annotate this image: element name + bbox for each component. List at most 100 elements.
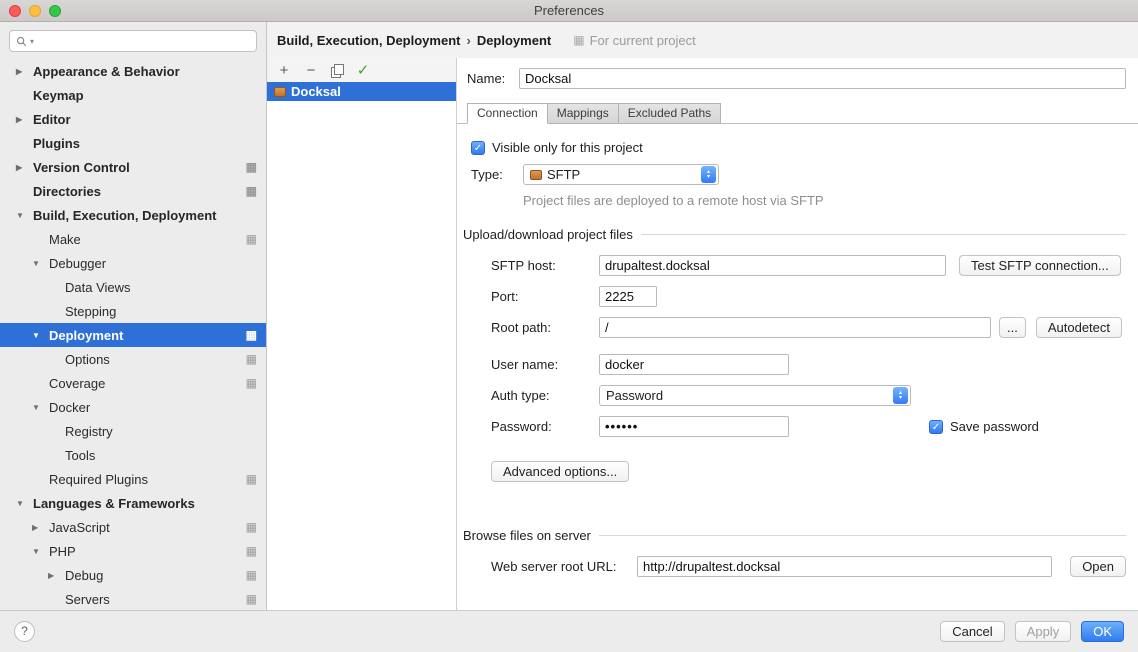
sidebar-item-php[interactable]: ▼PHP▦ xyxy=(0,539,266,563)
deployment-server-icon xyxy=(274,87,286,97)
apply-button[interactable]: Apply xyxy=(1015,621,1072,642)
remove-icon[interactable]: − xyxy=(304,63,318,78)
sidebar-item-make[interactable]: Make▦ xyxy=(0,227,266,251)
expand-arrow-icon[interactable]: ▶ xyxy=(32,523,49,532)
web-root-input[interactable] xyxy=(637,556,1052,577)
sidebar-item-label: PHP xyxy=(49,544,242,559)
expand-arrow-icon[interactable]: ▶ xyxy=(16,67,33,76)
help-button[interactable]: ? xyxy=(14,621,35,642)
collapse-arrow-icon[interactable]: ▼ xyxy=(16,211,33,220)
visible-project-row: ✓ Visible only for this project xyxy=(471,140,1126,155)
collapse-arrow-icon[interactable]: ▼ xyxy=(32,547,49,556)
sidebar-item-label: Docker xyxy=(49,400,257,415)
type-row: Type: SFTP ▴▾ xyxy=(471,164,1126,185)
sidebar-item-tools[interactable]: Tools xyxy=(0,443,266,467)
for-current-project-icon: ▦ xyxy=(246,569,257,581)
search-history-chevron-icon[interactable]: ▾ xyxy=(30,37,34,46)
settings-search[interactable]: ▾ xyxy=(9,30,257,52)
tab-mappings[interactable]: Mappings xyxy=(547,103,619,124)
port-row: Port: xyxy=(491,286,1126,307)
copy-icon[interactable] xyxy=(331,64,343,77)
deployment-form: Name: ConnectionMappingsExcluded Paths ✓… xyxy=(457,58,1138,610)
sidebar-item-coverage[interactable]: Coverage▦ xyxy=(0,371,266,395)
user-name-input[interactable] xyxy=(599,354,789,375)
sidebar-item-registry[interactable]: Registry xyxy=(0,419,266,443)
for-current-project-icon: ▦ xyxy=(246,353,257,365)
titlebar[interactable]: Preferences xyxy=(0,0,1138,22)
sidebar-item-label: Stepping xyxy=(65,304,257,319)
name-input[interactable] xyxy=(519,68,1126,89)
sidebar-item-label: Languages & Frameworks xyxy=(33,496,257,511)
tab-connection[interactable]: Connection xyxy=(467,103,548,124)
visible-project-label: Visible only for this project xyxy=(492,140,643,155)
tab-excluded-paths[interactable]: Excluded Paths xyxy=(618,103,721,124)
collapse-arrow-icon[interactable]: ▼ xyxy=(16,499,33,508)
sidebar-item-build-execution-deployment[interactable]: ▼Build, Execution, Deployment xyxy=(0,203,266,227)
sidebar-item-javascript[interactable]: ▶JavaScript▦ xyxy=(0,515,266,539)
type-select-value: SFTP xyxy=(547,167,696,182)
web-root-row: Web server root URL: Open xyxy=(491,556,1126,577)
port-input[interactable] xyxy=(599,286,657,307)
open-button[interactable]: Open xyxy=(1070,556,1126,577)
sidebar-item-data-views[interactable]: Data Views xyxy=(0,275,266,299)
sidebar-item-label: Build, Execution, Deployment xyxy=(33,208,257,223)
expand-arrow-icon[interactable]: ▶ xyxy=(16,115,33,124)
auth-type-select[interactable]: Password ▴▾ xyxy=(599,385,911,406)
collapse-arrow-icon[interactable]: ▼ xyxy=(32,331,49,340)
sidebar-item-label: Make xyxy=(49,232,242,247)
sidebar-item-label: Directories xyxy=(33,184,242,199)
sidebar-item-keymap[interactable]: Keymap xyxy=(0,83,266,107)
sidebar-item-stepping[interactable]: Stepping xyxy=(0,299,266,323)
root-path-input[interactable] xyxy=(599,317,991,338)
user-name-row: User name: xyxy=(491,354,1126,375)
sidebar-item-plugins[interactable]: Plugins xyxy=(0,131,266,155)
for-current-project-icon: ▦ xyxy=(246,329,257,341)
dialog-footer: ? Cancel Apply OK xyxy=(0,610,1138,652)
save-password-checkbox[interactable]: ✓ xyxy=(929,420,943,434)
sidebar-item-appearance-behavior[interactable]: ▶Appearance & Behavior xyxy=(0,59,266,83)
test-connection-button[interactable]: Test SFTP connection... xyxy=(959,255,1121,276)
server-list-panel: +− ✓ Docksal xyxy=(267,58,457,610)
advanced-options-button[interactable]: Advanced options... xyxy=(491,461,629,482)
type-select[interactable]: SFTP ▴▾ xyxy=(523,164,719,185)
collapse-arrow-icon[interactable]: ▼ xyxy=(32,259,49,268)
save-password-label: Save password xyxy=(950,419,1039,434)
sidebar-item-servers[interactable]: Servers▦ xyxy=(0,587,266,610)
sidebar-item-label: Plugins xyxy=(33,136,257,151)
sftp-type-icon xyxy=(530,170,542,180)
autodetect-button[interactable]: Autodetect xyxy=(1036,317,1122,338)
sidebar-item-required-plugins[interactable]: Required Plugins▦ xyxy=(0,467,266,491)
add-icon[interactable]: + xyxy=(277,63,291,78)
sidebar-item-languages-frameworks[interactable]: ▼Languages & Frameworks xyxy=(0,491,266,515)
sidebar-item-label: Appearance & Behavior xyxy=(33,64,257,79)
collapse-arrow-icon[interactable]: ▼ xyxy=(32,403,49,412)
ok-button[interactable]: OK xyxy=(1081,621,1124,642)
sidebar-item-debug[interactable]: ▶Debug▦ xyxy=(0,563,266,587)
expand-arrow-icon[interactable]: ▶ xyxy=(16,163,33,172)
visible-project-checkbox[interactable]: ✓ xyxy=(471,141,485,155)
sidebar-item-version-control[interactable]: ▶Version Control▦ xyxy=(0,155,266,179)
sidebar-item-directories[interactable]: Directories▦ xyxy=(0,179,266,203)
server-list-item-docksal[interactable]: Docksal xyxy=(267,82,456,101)
scope-indicator: ▦ For current project xyxy=(573,33,696,48)
sidebar-item-editor[interactable]: ▶Editor xyxy=(0,107,266,131)
sidebar-item-debugger[interactable]: ▼Debugger xyxy=(0,251,266,275)
sidebar-item-options[interactable]: Options▦ xyxy=(0,347,266,371)
sftp-host-row: SFTP host: Test SFTP connection... xyxy=(491,255,1126,276)
cancel-button[interactable]: Cancel xyxy=(940,621,1004,642)
sidebar-item-deployment[interactable]: ▼Deployment▦ xyxy=(0,323,266,347)
password-input[interactable] xyxy=(599,416,789,437)
select-arrows-icon: ▴▾ xyxy=(701,166,716,183)
sidebar-item-docker[interactable]: ▼Docker xyxy=(0,395,266,419)
sftp-host-input[interactable] xyxy=(599,255,946,276)
breadcrumb-item-root[interactable]: Build, Execution, Deployment xyxy=(277,33,460,48)
auth-type-row: Auth type: Password ▴▾ xyxy=(491,385,1126,406)
browse-root-path-button[interactable]: ... xyxy=(999,317,1026,338)
expand-arrow-icon[interactable]: ▶ xyxy=(48,571,65,580)
type-label: Type: xyxy=(471,167,523,182)
use-as-default-icon[interactable]: ✓ xyxy=(356,63,370,78)
breadcrumb-item-current[interactable]: Deployment xyxy=(477,33,551,48)
settings-search-input[interactable] xyxy=(37,34,250,49)
web-root-label: Web server root URL: xyxy=(491,559,637,574)
preferences-window: Preferences ▾ ▶Appearance & BehaviorKeym… xyxy=(0,0,1138,652)
